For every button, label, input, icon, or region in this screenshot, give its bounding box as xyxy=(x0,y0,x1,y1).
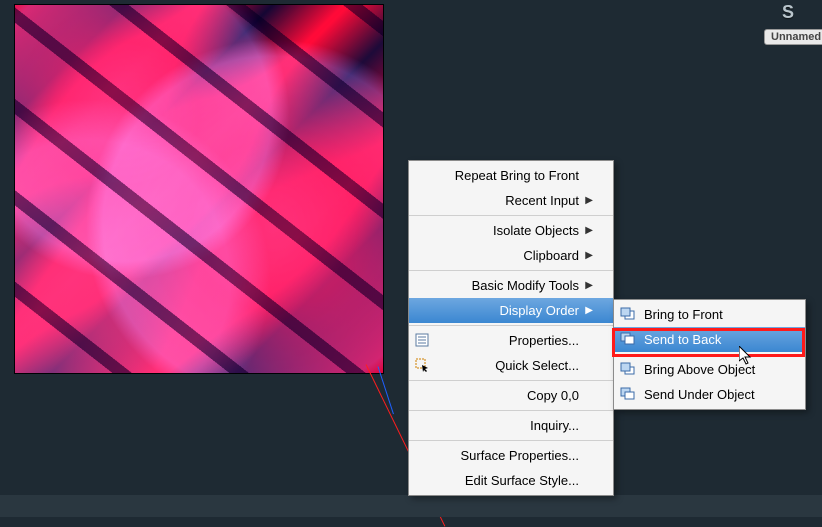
submenu-arrow-icon: ▶ xyxy=(579,250,593,261)
submenu-item-bring-above-object[interactable]: Bring Above Object xyxy=(614,357,805,382)
menu-item-label: Quick Select... xyxy=(439,358,579,373)
viewcube-widget[interactable]: S Unnamed xyxy=(764,2,812,42)
menu-item-copy-0-0[interactable]: Copy 0,0 xyxy=(409,383,613,408)
menu-item-label: Bring Above Object xyxy=(644,362,785,377)
viewcube-face-letter: S xyxy=(764,2,812,23)
viewport-footer xyxy=(0,495,822,517)
send-under-icon xyxy=(620,387,636,401)
menu-item-isolate-objects[interactable]: Isolate Objects ▶ xyxy=(409,218,613,243)
send-back-icon xyxy=(620,332,636,346)
surface-object[interactable] xyxy=(14,4,384,374)
menu-item-label: Edit Surface Style... xyxy=(439,473,579,488)
menu-item-properties[interactable]: Properties... xyxy=(409,328,613,353)
menu-item-label: Clipboard xyxy=(439,248,579,263)
menu-item-label: Display Order xyxy=(439,303,579,318)
submenu-arrow-icon: ▶ xyxy=(579,195,593,206)
menu-item-quick-select[interactable]: Quick Select... xyxy=(409,353,613,378)
menu-item-clipboard[interactable]: Clipboard ▶ xyxy=(409,243,613,268)
menu-item-basic-modify-tools[interactable]: Basic Modify Tools ▶ xyxy=(409,273,613,298)
bring-front-icon xyxy=(620,307,636,321)
menu-item-edit-surface-style[interactable]: Edit Surface Style... xyxy=(409,468,613,493)
submenu-item-send-to-back[interactable]: Send to Back xyxy=(614,327,805,352)
menu-item-label: Inquiry... xyxy=(439,418,579,433)
submenu-arrow-icon: ▶ xyxy=(579,305,593,316)
properties-icon xyxy=(415,333,431,347)
menu-item-inquiry[interactable]: Inquiry... xyxy=(409,413,613,438)
menu-item-label: Isolate Objects xyxy=(439,223,579,238)
menu-item-label: Copy 0,0 xyxy=(439,388,579,403)
menu-item-label: Basic Modify Tools xyxy=(439,278,579,293)
display-order-submenu[interactable]: Bring to Front Send to Back Bring Above … xyxy=(613,299,806,410)
viewcube-label[interactable]: Unnamed xyxy=(764,29,822,45)
menu-item-label: Send Under Object xyxy=(644,387,785,402)
submenu-item-send-under-object[interactable]: Send Under Object xyxy=(614,382,805,407)
menu-item-label: Surface Properties... xyxy=(439,448,579,463)
menu-item-repeat-bring-to-front[interactable]: Repeat Bring to Front xyxy=(409,163,613,188)
menu-item-label: Properties... xyxy=(439,333,579,348)
submenu-arrow-icon: ▶ xyxy=(579,225,593,236)
quick-select-icon xyxy=(415,358,431,372)
menu-item-label: Repeat Bring to Front xyxy=(439,168,579,183)
submenu-arrow-icon: ▶ xyxy=(579,280,593,291)
menu-item-label: Recent Input xyxy=(439,193,579,208)
menu-item-display-order[interactable]: Display Order ▶ xyxy=(409,298,613,323)
menu-item-label: Bring to Front xyxy=(644,307,785,322)
menu-item-surface-properties[interactable]: Surface Properties... xyxy=(409,443,613,468)
submenu-item-bring-to-front[interactable]: Bring to Front xyxy=(614,302,805,327)
menu-item-recent-input[interactable]: Recent Input ▶ xyxy=(409,188,613,213)
menu-item-label: Send to Back xyxy=(644,332,785,347)
bring-above-icon xyxy=(620,362,636,376)
context-menu[interactable]: Repeat Bring to Front Recent Input ▶ Iso… xyxy=(408,160,614,496)
